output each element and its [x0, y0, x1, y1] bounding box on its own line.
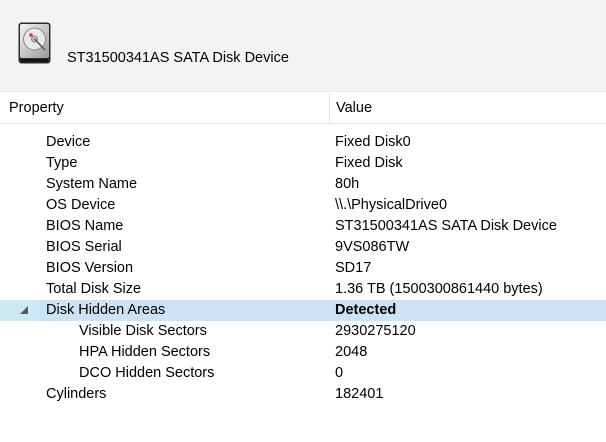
column-header-property[interactable]: Property	[9, 100, 64, 116]
row-value: 0	[335, 365, 344, 381]
table-row[interactable]: System Name 80h	[0, 174, 606, 195]
row-value: 2048	[335, 344, 368, 360]
column-header-row: Property Value	[0, 91, 606, 124]
row-value: ST31500341AS SATA Disk Device	[335, 218, 557, 234]
row-value: Fixed Disk0	[335, 134, 411, 150]
row-value: 80h	[335, 176, 360, 192]
row-value: 2930275120	[335, 323, 416, 339]
table-row[interactable]: Visible Disk Sectors 2930275120	[0, 321, 606, 342]
table-row[interactable]: HPA Hidden Sectors 2048	[0, 342, 606, 363]
table-row[interactable]: BIOS Serial 9VS086TW	[0, 237, 606, 258]
row-property: Device	[46, 134, 91, 150]
table-row[interactable]: BIOS Name ST31500341AS SATA Disk Device	[0, 216, 606, 237]
row-property: OS Device	[46, 197, 116, 213]
table-row[interactable]: Total Disk Size 1.36 TB (1500300861440 b…	[0, 279, 606, 300]
device-title: ST31500341AS SATA Disk Device	[67, 50, 289, 66]
row-property: BIOS Name	[46, 218, 124, 234]
column-header-value[interactable]: Value	[336, 100, 372, 116]
row-property: BIOS Version	[46, 260, 134, 276]
device-header: ST31500341AS SATA Disk Device	[0, 0, 606, 91]
row-value: Fixed Disk	[335, 155, 403, 171]
table-row[interactable]: OS Device \\.\PhysicalDrive0	[0, 195, 606, 216]
table-row[interactable]: Cylinders 182401	[0, 384, 606, 405]
table-row[interactable]: Device Fixed Disk0	[0, 132, 606, 153]
row-property: Visible Disk Sectors	[79, 323, 207, 339]
row-property: Disk Hidden Areas	[46, 302, 166, 318]
table-row-selected[interactable]: Disk Hidden Areas Detected	[0, 300, 606, 321]
row-property: Total Disk Size	[46, 281, 142, 297]
table-row[interactable]: DCO Hidden Sectors 0	[0, 363, 606, 384]
table-row[interactable]: Type Fixed Disk	[0, 153, 606, 174]
row-value: 9VS086TW	[335, 239, 410, 255]
table-row[interactable]: BIOS Version SD17	[0, 258, 606, 279]
properties-table: Property Value Device Fixed Disk0 Type F…	[0, 91, 606, 442]
row-property: Type	[46, 155, 78, 171]
row-property: DCO Hidden Sectors	[79, 365, 215, 381]
row-value: 1.36 TB (1500300861440 bytes)	[335, 281, 543, 297]
row-value: \\.\PhysicalDrive0	[335, 197, 448, 213]
row-value: SD17	[335, 260, 372, 276]
row-property: HPA Hidden Sectors	[79, 344, 211, 360]
column-divider[interactable]	[329, 94, 330, 122]
row-property: Cylinders	[46, 386, 107, 402]
row-value: 182401	[335, 386, 384, 402]
row-property: BIOS Serial	[46, 239, 122, 255]
hard-disk-icon	[18, 22, 51, 64]
collapse-triangle-icon[interactable]	[19, 305, 29, 315]
row-value: Detected	[335, 302, 397, 318]
row-property: System Name	[46, 176, 138, 192]
